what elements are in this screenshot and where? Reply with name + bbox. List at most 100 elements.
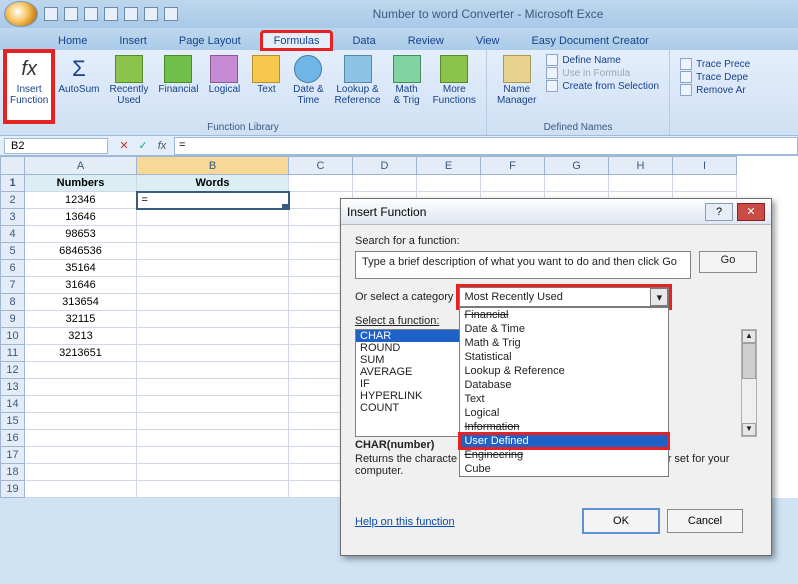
row-header[interactable]: 17 bbox=[1, 447, 25, 464]
chevron-down-icon[interactable]: ▾ bbox=[650, 288, 668, 306]
category-option[interactable]: Math & Trig bbox=[460, 336, 668, 350]
lookup-button[interactable]: Lookup & Reference bbox=[330, 52, 384, 121]
save-icon[interactable] bbox=[44, 7, 58, 21]
tab-formulas[interactable]: Formulas bbox=[261, 31, 333, 50]
close-button[interactable]: ✕ bbox=[737, 203, 765, 221]
ok-button[interactable]: OK bbox=[583, 509, 659, 533]
cell[interactable]: 6846536 bbox=[25, 243, 137, 260]
logical-button[interactable]: Logical bbox=[204, 52, 244, 121]
cell[interactable]: 32115 bbox=[25, 311, 137, 328]
select-all-corner[interactable] bbox=[1, 157, 25, 175]
row-header[interactable]: 8 bbox=[1, 294, 25, 311]
more-functions-button[interactable]: More Functions bbox=[429, 52, 480, 121]
open-icon[interactable] bbox=[164, 7, 178, 21]
fx-bar-icon[interactable]: fx bbox=[154, 138, 170, 154]
function-item[interactable]: SUM bbox=[356, 354, 468, 366]
office-button[interactable] bbox=[4, 1, 38, 27]
col-header-c[interactable]: C bbox=[289, 157, 353, 175]
print-icon[interactable] bbox=[104, 7, 118, 21]
create-from-selection-button[interactable]: Create from Selection bbox=[546, 80, 659, 92]
cell[interactable]: 98653 bbox=[25, 226, 137, 243]
row-header[interactable]: 2 bbox=[1, 192, 25, 209]
category-option[interactable]: Cube bbox=[460, 462, 668, 476]
cancel-formula-icon[interactable]: ✕ bbox=[116, 138, 132, 154]
cell[interactable]: 3213 bbox=[25, 328, 137, 345]
col-header-e[interactable]: E bbox=[417, 157, 481, 175]
tab-home[interactable]: Home bbox=[46, 32, 99, 50]
row-header[interactable]: 19 bbox=[1, 481, 25, 498]
scroll-down-icon[interactable]: ▼ bbox=[742, 423, 756, 436]
row-header[interactable]: 13 bbox=[1, 379, 25, 396]
tab-insert[interactable]: Insert bbox=[107, 32, 159, 50]
name-box[interactable]: B2 bbox=[4, 138, 108, 154]
cancel-button[interactable]: Cancel bbox=[667, 509, 743, 533]
help-on-function-link[interactable]: Help on this function bbox=[355, 516, 455, 528]
go-button[interactable]: Go bbox=[699, 251, 757, 273]
category-option[interactable]: Information bbox=[460, 420, 668, 434]
category-option[interactable]: Lookup & Reference bbox=[460, 364, 668, 378]
cell[interactable]: Words bbox=[137, 175, 289, 192]
tab-page-layout[interactable]: Page Layout bbox=[167, 32, 253, 50]
row-header[interactable]: 7 bbox=[1, 277, 25, 294]
trace-dependents-button[interactable]: Trace Depe bbox=[680, 71, 750, 83]
function-item[interactable]: AVERAGE bbox=[356, 366, 468, 378]
category-option-user-defined[interactable]: User Defined bbox=[460, 434, 668, 448]
category-option[interactable]: Engineering bbox=[460, 448, 668, 462]
tab-data[interactable]: Data bbox=[340, 32, 387, 50]
category-option[interactable]: Database bbox=[460, 378, 668, 392]
category-select[interactable]: Most Recently Used ▾ Financial Date & Ti… bbox=[459, 287, 669, 307]
fill-handle[interactable] bbox=[282, 204, 288, 210]
scroll-up-icon[interactable]: ▲ bbox=[742, 330, 756, 343]
cell[interactable]: Numbers bbox=[25, 175, 137, 192]
row-header[interactable]: 14 bbox=[1, 396, 25, 413]
col-header-f[interactable]: F bbox=[481, 157, 545, 175]
name-manager-button[interactable]: Name Manager bbox=[493, 52, 540, 121]
function-list[interactable]: CHAR ROUND SUM AVERAGE IF HYPERLINK COUN… bbox=[355, 329, 469, 437]
remove-arrows-button[interactable]: Remove Ar bbox=[680, 84, 750, 96]
function-item[interactable]: COUNT bbox=[356, 402, 468, 414]
preview-icon[interactable] bbox=[124, 7, 138, 21]
row-header[interactable]: 16 bbox=[1, 430, 25, 447]
col-header-i[interactable]: I bbox=[673, 157, 737, 175]
cell[interactable]: 31646 bbox=[25, 277, 137, 294]
row-header[interactable]: 11 bbox=[1, 345, 25, 362]
tab-easy-document-creator[interactable]: Easy Document Creator bbox=[519, 32, 660, 50]
row-header[interactable]: 9 bbox=[1, 311, 25, 328]
new-icon[interactable] bbox=[144, 7, 158, 21]
define-name-button[interactable]: Define Name bbox=[546, 54, 659, 66]
col-header-b[interactable]: B bbox=[137, 157, 289, 175]
cell-b2-active[interactable]: = bbox=[137, 192, 289, 209]
recently-used-button[interactable]: Recently Used bbox=[106, 52, 153, 121]
trace-precedents-button[interactable]: Trace Prece bbox=[680, 58, 750, 70]
dialog-titlebar[interactable]: Insert Function ? ✕ bbox=[341, 199, 771, 225]
function-item[interactable]: CHAR bbox=[356, 330, 468, 342]
col-header-a[interactable]: A bbox=[25, 157, 137, 175]
cell[interactable]: 3213651 bbox=[25, 345, 137, 362]
math-button[interactable]: Math & Trig bbox=[387, 52, 427, 121]
row-header[interactable]: 12 bbox=[1, 362, 25, 379]
help-button[interactable]: ? bbox=[705, 203, 733, 221]
date-time-button[interactable]: Date & Time bbox=[288, 52, 328, 121]
row-header[interactable]: 18 bbox=[1, 464, 25, 481]
cell[interactable]: 12346 bbox=[25, 192, 137, 209]
row-header[interactable]: 6 bbox=[1, 260, 25, 277]
financial-button[interactable]: Financial bbox=[154, 52, 202, 121]
function-item[interactable]: HYPERLINK bbox=[356, 390, 468, 402]
category-option[interactable]: Text bbox=[460, 392, 668, 406]
use-in-formula-button[interactable]: Use in Formula bbox=[546, 67, 659, 79]
accept-formula-icon[interactable]: ✓ bbox=[135, 138, 151, 154]
category-option[interactable]: Date & Time bbox=[460, 322, 668, 336]
row-header[interactable]: 3 bbox=[1, 209, 25, 226]
row-header[interactable]: 10 bbox=[1, 328, 25, 345]
function-item[interactable]: ROUND bbox=[356, 342, 468, 354]
row-header[interactable]: 4 bbox=[1, 226, 25, 243]
row-header[interactable]: 1 bbox=[1, 175, 25, 192]
search-function-input[interactable]: Type a brief description of what you wan… bbox=[355, 251, 691, 279]
autosum-button[interactable]: Σ AutoSum bbox=[54, 52, 103, 121]
scroll-thumb[interactable] bbox=[742, 343, 756, 379]
category-option[interactable]: Logical bbox=[460, 406, 668, 420]
category-option[interactable]: Financial bbox=[460, 308, 668, 322]
function-list-scrollbar[interactable]: ▲ ▼ bbox=[741, 329, 757, 437]
text-button[interactable]: Text bbox=[246, 52, 286, 121]
undo-icon[interactable] bbox=[64, 7, 78, 21]
